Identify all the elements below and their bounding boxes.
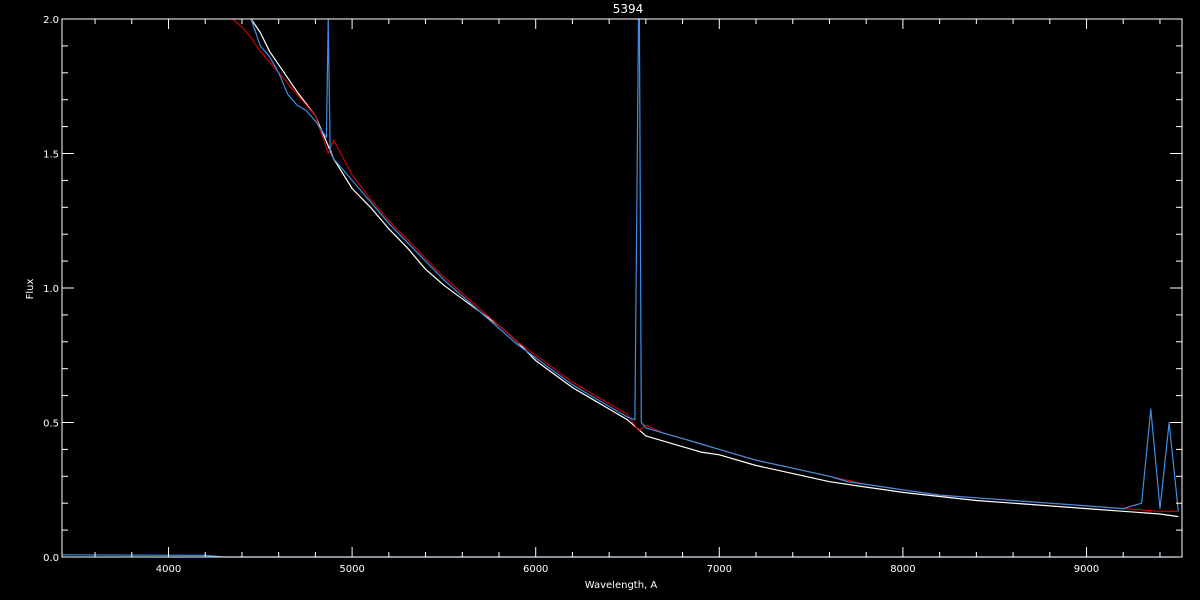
x-tick-label: 4000 xyxy=(156,564,181,575)
y-tick-label: 2.0 xyxy=(43,15,59,26)
chart-title: 5394 xyxy=(613,2,644,16)
x-tick-label: 9000 xyxy=(1074,564,1099,575)
spectrum-plot: 5394 Wavelength, A Flux 4000 5000 6000 7000… xyxy=(0,0,1200,600)
y-tick-label: 0.0 xyxy=(43,553,59,564)
y-tick-label: 1.0 xyxy=(43,284,59,295)
plot-background xyxy=(0,0,1200,600)
y-tick-label: 1.5 xyxy=(43,150,59,161)
x-axis-title: Wavelength, A xyxy=(585,580,658,591)
y-tick-label: 0.5 xyxy=(43,419,59,430)
x-tick-label: 8000 xyxy=(890,564,915,575)
x-tick-label: 6000 xyxy=(523,564,548,575)
x-tick-label: 5000 xyxy=(339,564,364,575)
y-axis-title: Flux xyxy=(25,279,36,300)
x-tick-label: 7000 xyxy=(707,564,732,575)
